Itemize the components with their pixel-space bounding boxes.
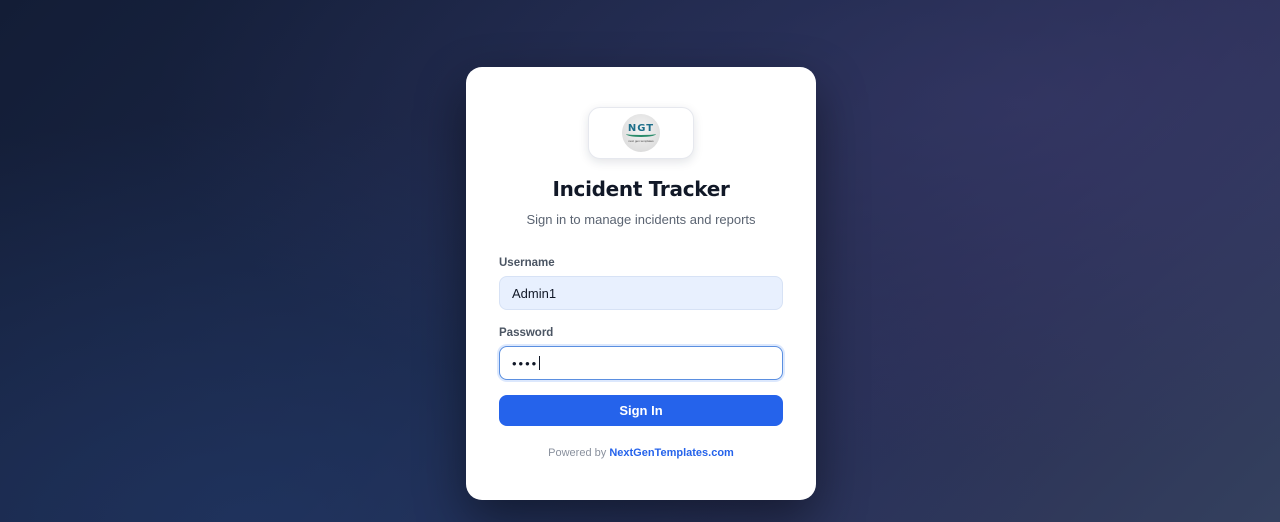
footer-link[interactable]: NextGenTemplates.com [609,447,734,459]
login-card: NGT next gen templates Incident Tracker … [466,67,816,500]
username-input[interactable] [499,276,783,310]
footer-prefix: Powered by [548,447,607,459]
page-title: Incident Tracker [552,177,730,201]
password-label: Password [499,327,554,339]
text-caret [539,356,541,370]
ngt-logo: NGT next gen templates [622,114,660,152]
password-input[interactable]: •••• [499,346,783,380]
username-label: Username [499,257,555,269]
logo-container: NGT next gen templates [588,107,694,159]
page-subtitle: Sign in to manage incidents and reports [526,212,756,227]
sign-in-button[interactable]: Sign In [499,395,783,426]
logo-swoosh-icon [626,131,656,137]
footer: Powered by NextGenTemplates.com [466,447,816,459]
password-masked-value: •••• [512,355,539,371]
logo-tagline: next gen templates [628,139,654,143]
